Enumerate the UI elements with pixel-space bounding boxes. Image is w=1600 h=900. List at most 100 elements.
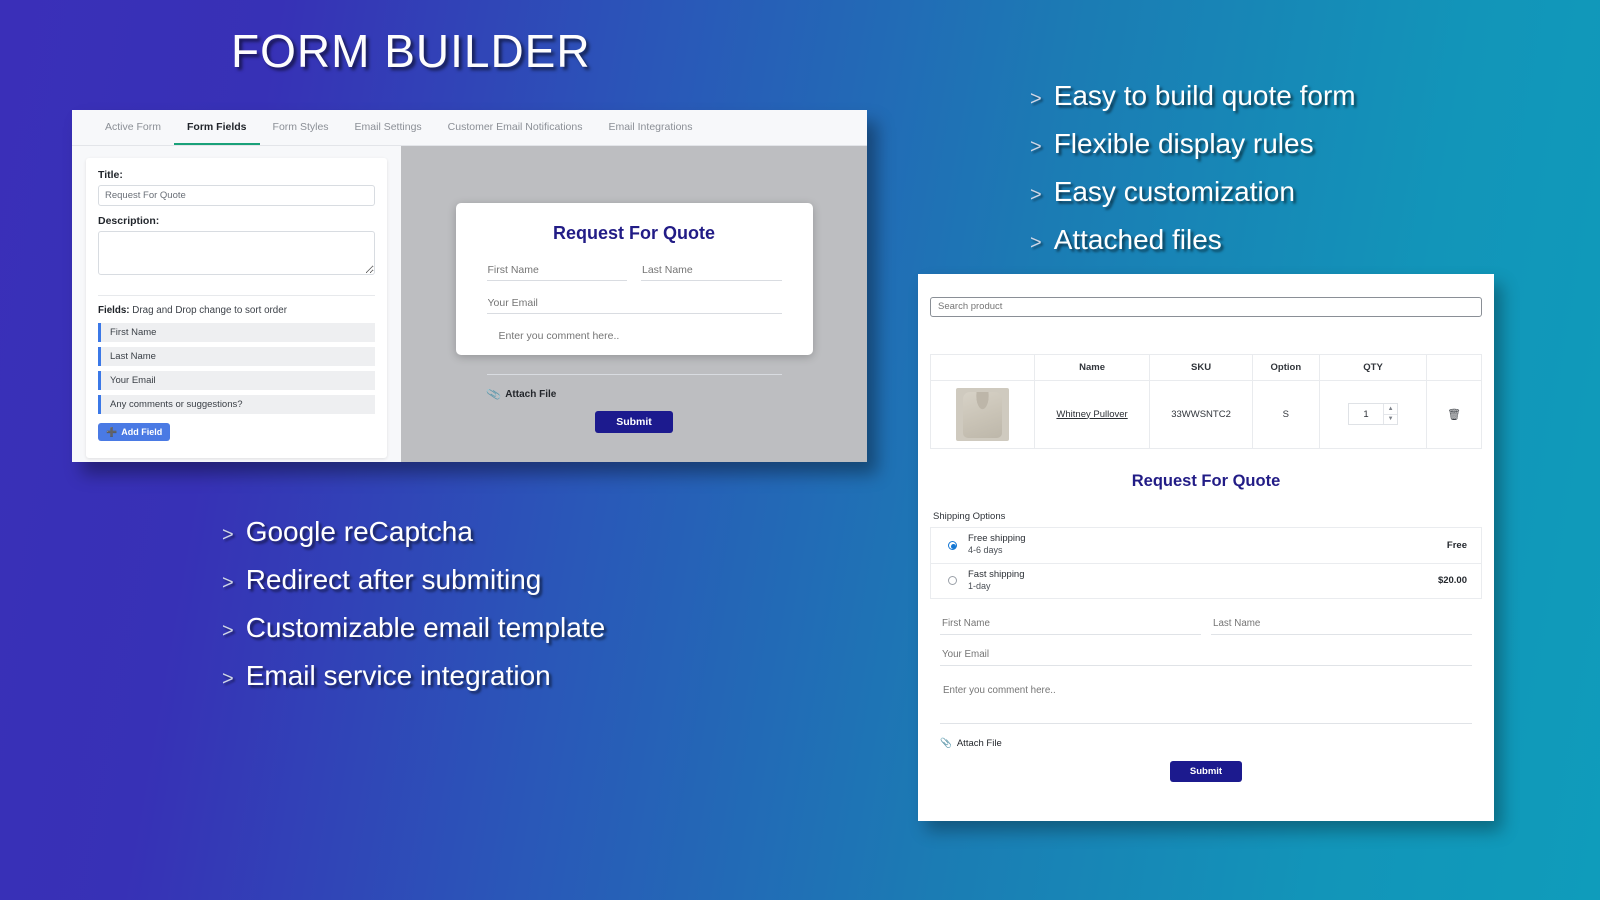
quantity-value[interactable]: 1 <box>1349 404 1383 424</box>
product-name-link[interactable]: Whitney Pullover <box>1056 409 1127 420</box>
form-builder-window: Active Form Form Fields Form Styles Emai… <box>72 110 867 462</box>
tab-email-integrations[interactable]: Email Integrations <box>595 110 705 145</box>
col-header-sku: SKU <box>1149 353 1253 381</box>
cell-qty: 1 ▲ ▼ <box>1318 379 1428 449</box>
shipping-option-fast[interactable]: Fast shipping 1-day $20.00 <box>931 562 1481 598</box>
feature-label: Attached files <box>1053 224 1222 255</box>
stepper-down-icon[interactable]: ▼ <box>1384 415 1397 425</box>
add-field-label: Add Field <box>121 427 163 437</box>
product-table-body: Whitney Pullover 33WWSNTC2 S 1 ▲ ▼ 🗑 <box>930 379 1482 449</box>
form-title-input[interactable] <box>98 185 375 206</box>
field-item-your-email[interactable]: Your Email <box>98 371 375 390</box>
builder-settings-column: Title: Description: Fields: Drag and Dro… <box>72 146 401 462</box>
chevron-right-icon: > <box>222 572 234 594</box>
storefront-name-row <box>940 614 1472 635</box>
storefront-quote-window: Name SKU Option QTY Whitney Pullover 33W… <box>918 274 1494 821</box>
trash-icon[interactable]: 🗑 <box>1447 409 1461 421</box>
storefront-last-name-input[interactable] <box>1211 614 1472 635</box>
field-item-last-name[interactable]: Last Name <box>98 347 375 366</box>
storefront-first-name-input[interactable] <box>940 614 1201 635</box>
tab-form-styles[interactable]: Form Styles <box>260 110 342 145</box>
stepper-up-icon[interactable]: ▲ <box>1384 404 1398 415</box>
feature-item: > Attached files <box>1030 224 1356 256</box>
quantity-spinner[interactable]: ▲ ▼ <box>1383 404 1398 425</box>
preview-attach-file[interactable]: 📎 Attach File <box>485 387 782 403</box>
shipping-option-free[interactable]: Free shipping 4-6 days Free <box>931 528 1481 563</box>
shipping-options-label: Shipping Options <box>933 510 1006 522</box>
feature-label: Redirect after submiting <box>245 564 542 595</box>
cell-delete: 🗑 <box>1426 379 1482 449</box>
preview-last-name-input[interactable] <box>641 261 782 281</box>
builder-body: Title: Description: Fields: Drag and Dro… <box>72 146 867 462</box>
shipping-option-price: $20.00 <box>1437 575 1467 586</box>
shipping-option-detail: 1-day <box>968 580 991 591</box>
field-item-first-name[interactable]: First Name <box>98 323 375 342</box>
col-header-image <box>930 353 1035 381</box>
shipping-option-detail: 4-6 days <box>968 545 1003 556</box>
builder-settings-card: Title: Description: Fields: Drag and Dro… <box>86 158 387 458</box>
search-product-input[interactable] <box>930 296 1482 317</box>
feature-item: > Easy to build quote form <box>1030 80 1356 112</box>
storefront-form-title: Request For Quote <box>1131 471 1281 490</box>
col-header-delete <box>1426 353 1482 381</box>
field-item-comments[interactable]: Any comments or suggestions? <box>98 395 375 414</box>
col-header-name: Name <box>1033 353 1151 381</box>
feature-label: Easy to build quote form <box>1053 80 1356 111</box>
preview-email-input[interactable] <box>486 294 782 314</box>
cell-image <box>930 379 1035 449</box>
product-table-head: Name SKU Option QTY <box>930 353 1482 381</box>
shipping-option-price: Free <box>1446 539 1467 551</box>
feature-label: Google reCaptcha <box>245 516 473 547</box>
radio-unselected-icon[interactable] <box>948 576 957 585</box>
title-label: Title: <box>98 169 123 181</box>
fields-hint-rest: Drag and Drop change to sort order <box>129 305 287 316</box>
chevron-right-icon: > <box>1030 88 1042 110</box>
tab-customer-email-notifications[interactable]: Customer Email Notifications <box>435 110 596 145</box>
feature-item: > Redirect after submiting <box>222 564 605 596</box>
storefront-quote-form: 📎 Attach File Submit <box>930 614 1482 782</box>
chevron-right-icon: > <box>1030 232 1042 254</box>
storefront-submit-button[interactable]: Submit <box>1169 760 1243 782</box>
chevron-right-icon: > <box>222 524 234 546</box>
product-table: Name SKU Option QTY Whitney Pullover 33W… <box>930 353 1482 449</box>
storefront-attach-label: Attach File <box>956 737 1002 749</box>
paperclip-icon: 📎 <box>485 387 502 403</box>
paperclip-icon: 📎 <box>940 737 952 749</box>
storefront-email-input[interactable] <box>940 645 1472 666</box>
tab-form-fields[interactable]: Form Fields <box>174 110 260 145</box>
feature-label: Email service integration <box>245 660 551 691</box>
table-header-row: Name SKU Option QTY <box>930 353 1482 381</box>
shipping-option-text: Fast shipping 1-day <box>968 569 1438 592</box>
product-thumbnail <box>955 387 1009 441</box>
tab-active-form[interactable]: Active Form <box>92 110 174 145</box>
shipping-option-text: Free shipping 4-6 days <box>968 533 1447 556</box>
cell-name: Whitney Pullover <box>1033 379 1151 449</box>
storefront-attach-file[interactable]: 📎 Attach File <box>940 738 1472 749</box>
form-description-textarea[interactable] <box>98 231 375 275</box>
preview-submit-button[interactable]: Submit <box>595 411 673 433</box>
builder-preview-pane: Request For Quote 📎 Attach File Submit <box>401 146 867 462</box>
quantity-stepper[interactable]: 1 ▲ ▼ <box>1348 403 1399 425</box>
plus-icon: ➕ <box>106 426 118 437</box>
preview-first-name-input[interactable] <box>486 261 627 281</box>
feature-label: Flexible display rules <box>1053 128 1314 159</box>
tab-email-settings[interactable]: Email Settings <box>342 110 435 145</box>
shipping-options-list: Free shipping 4-6 days Free Fast shippin… <box>930 526 1482 599</box>
preview-comment-textarea[interactable] <box>486 323 782 375</box>
shipping-option-name: Fast shipping <box>968 568 1025 580</box>
description-label: Description: <box>98 215 160 227</box>
page-title: FORM BUILDER <box>231 25 591 77</box>
col-header-qty: QTY <box>1318 353 1428 381</box>
feature-item: > Customizable email template <box>222 612 605 644</box>
add-field-button[interactable]: ➕ Add Field <box>98 423 171 441</box>
divider <box>98 295 375 296</box>
chevron-right-icon: > <box>1030 136 1042 158</box>
fields-hint-bold: Fields: <box>98 305 130 316</box>
radio-selected-icon[interactable] <box>948 540 957 550</box>
table-row: Whitney Pullover 33WWSNTC2 S 1 ▲ ▼ 🗑 <box>930 379 1482 449</box>
preview-submit-row: Submit <box>487 411 782 433</box>
chevron-right-icon: > <box>1030 184 1042 206</box>
storefront-comment-textarea[interactable] <box>940 676 1472 724</box>
fields-hint: Fields: Drag and Drop change to sort ord… <box>98 305 375 316</box>
feature-item: > Easy customization <box>1030 176 1356 208</box>
